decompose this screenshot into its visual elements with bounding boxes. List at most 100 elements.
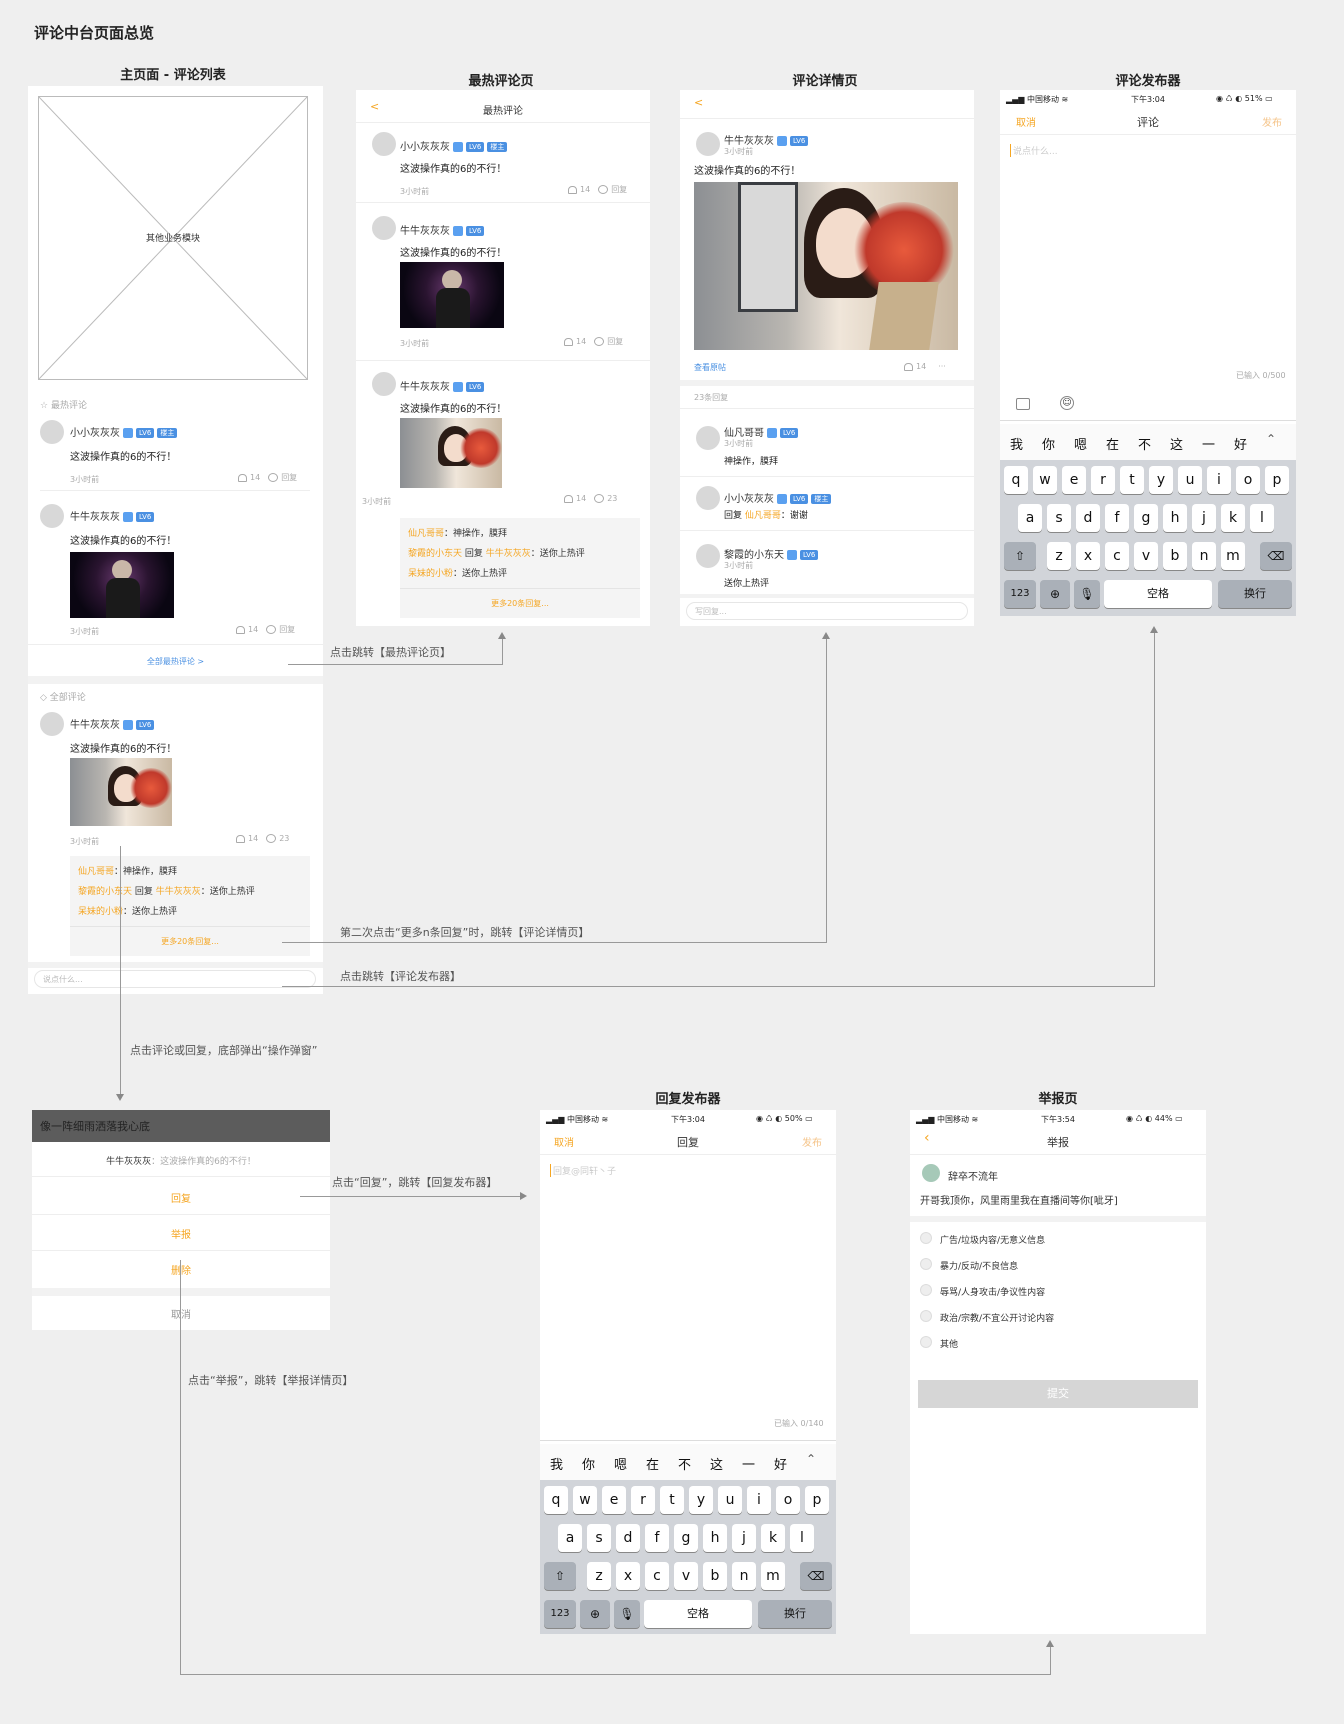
key-f[interactable]: f: [1105, 504, 1129, 532]
reply-line[interactable]: 呆妹的小粉：送你上热评: [78, 904, 177, 917]
key-e[interactable]: e: [1062, 466, 1086, 494]
reply-line[interactable]: 黎霞的小东天 回复 牛牛灰灰灰：送你上热评: [78, 884, 255, 897]
delete-option[interactable]: 删除: [32, 1262, 330, 1277]
backspace-icon[interactable]: ⌫: [1260, 542, 1292, 570]
reply-user[interactable]: 呆妹的小粉: [408, 569, 453, 579]
reply-input[interactable]: 写回复...: [686, 602, 968, 620]
shift-icon[interactable]: ⇧: [544, 1562, 576, 1590]
comment-image[interactable]: [400, 418, 502, 488]
key-y[interactable]: y: [1149, 466, 1173, 494]
comment-author[interactable]: 小小灰灰灰 LV6 楼主: [70, 424, 178, 439]
avatar[interactable]: [40, 504, 64, 528]
key-x[interactable]: x: [1076, 542, 1100, 570]
avatar[interactable]: [372, 132, 396, 156]
key-b[interactable]: b: [703, 1562, 727, 1590]
reply-author[interactable]: 小小灰灰灰 LV6 楼主: [724, 490, 832, 505]
key-w[interactable]: w: [1033, 466, 1057, 494]
key-q[interactable]: q: [544, 1486, 568, 1514]
key-b[interactable]: b: [1163, 542, 1187, 570]
reply-target[interactable]: 仙凡哥哥: [745, 511, 781, 521]
comment-author[interactable]: 牛牛灰灰灰 LV6: [400, 378, 485, 393]
reply-icon[interactable]: [266, 834, 277, 843]
report-option-label[interactable]: 其他: [940, 1337, 958, 1350]
key-c[interactable]: c: [645, 1562, 669, 1590]
more-replies-link[interactable]: 更多20条回复...: [400, 598, 640, 609]
comment-input[interactable]: 说点什么...: [34, 970, 316, 988]
key-h[interactable]: h: [1163, 504, 1187, 532]
key-m[interactable]: m: [761, 1562, 785, 1590]
like-icon[interactable]: [238, 473, 247, 482]
candidate-word[interactable]: 在: [1106, 434, 1119, 453]
key-d[interactable]: d: [1076, 504, 1100, 532]
globe-icon[interactable]: ⊕: [1040, 580, 1070, 608]
reply-icon[interactable]: [266, 625, 277, 634]
candidate-word[interactable]: 一: [742, 1454, 755, 1473]
avatar[interactable]: [696, 132, 720, 156]
reply-author[interactable]: 仙凡哥哥 LV6: [724, 424, 799, 439]
key-s[interactable]: s: [587, 1524, 611, 1552]
reply-option[interactable]: 回复: [32, 1190, 330, 1205]
candidate-word[interactable]: 这: [710, 1454, 723, 1473]
globe-icon[interactable]: ⊕: [580, 1600, 610, 1628]
comment-author[interactable]: 牛牛灰灰灰 LV6: [724, 132, 809, 147]
candidate-word[interactable]: 嗯: [614, 1454, 627, 1473]
comment-text[interactable]: 这波操作真的6的不行！: [400, 400, 506, 415]
reply-label[interactable]: 回复: [279, 625, 295, 634]
comment-text[interactable]: 这波操作真的6的不行！: [70, 740, 176, 755]
avatar[interactable]: [696, 426, 720, 450]
reply-line[interactable]: 黎霞的小东天 回复 牛牛灰灰灰：送你上热评: [408, 546, 585, 559]
report-option-label[interactable]: 辱骂/人身攻击/争议性内容: [940, 1285, 1045, 1298]
candidate-word[interactable]: 你: [1042, 434, 1055, 453]
candidate-word[interactable]: 不: [678, 1454, 691, 1473]
key-a[interactable]: a: [558, 1524, 582, 1552]
collapse-icon[interactable]: ⌃: [806, 1452, 816, 1466]
reply-user[interactable]: 黎霞的小东天: [78, 887, 132, 897]
key-y[interactable]: y: [689, 1486, 713, 1514]
space-key[interactable]: 空格: [1104, 580, 1212, 608]
image-icon[interactable]: [1016, 398, 1030, 410]
comment-author[interactable]: 牛牛灰灰灰 LV6: [400, 222, 485, 237]
mic-icon[interactable]: 🎙: [1074, 580, 1100, 608]
report-option[interactable]: 举报: [32, 1226, 330, 1241]
comment-author[interactable]: 牛牛灰灰灰 LV6: [70, 508, 155, 523]
comment-image[interactable]: [400, 262, 504, 328]
numbers-key[interactable]: 123: [544, 1600, 576, 1628]
avatar[interactable]: [40, 712, 64, 736]
numbers-key[interactable]: 123: [1004, 580, 1036, 608]
view-post-link[interactable]: 查看原帖: [694, 362, 726, 373]
avatar[interactable]: [696, 486, 720, 510]
report-radio[interactable]: [920, 1258, 932, 1270]
report-radio[interactable]: [920, 1232, 932, 1244]
reply-line[interactable]: 呆妹的小粉：送你上热评: [408, 566, 507, 579]
reply-text[interactable]: 神操作，膜拜: [724, 454, 778, 467]
candidate-word[interactable]: 好: [774, 1454, 787, 1473]
like-icon[interactable]: [236, 625, 245, 634]
key-r[interactable]: r: [1091, 466, 1115, 494]
key-h[interactable]: h: [703, 1524, 727, 1552]
like-icon[interactable]: [568, 185, 577, 194]
reply-textarea[interactable]: 回复@同轩丶子: [550, 1164, 616, 1177]
key-c[interactable]: c: [1105, 542, 1129, 570]
key-n[interactable]: n: [732, 1562, 756, 1590]
comment-image[interactable]: [70, 758, 172, 826]
reply-icon[interactable]: [268, 473, 279, 482]
like-icon[interactable]: [904, 362, 913, 371]
key-j[interactable]: j: [1192, 504, 1216, 532]
key-j[interactable]: j: [732, 1524, 756, 1552]
post-image[interactable]: [694, 182, 958, 350]
report-radio[interactable]: [920, 1310, 932, 1322]
back-icon[interactable]: <: [694, 96, 703, 109]
avatar[interactable]: [372, 216, 396, 240]
reply-label[interactable]: 回复: [611, 185, 627, 194]
reply-user[interactable]: 仙凡哥哥: [78, 867, 114, 877]
reply-label[interactable]: 回复: [607, 337, 623, 346]
key-f[interactable]: f: [645, 1524, 669, 1552]
candidate-word[interactable]: 这: [1170, 434, 1183, 453]
space-key[interactable]: 空格: [644, 1600, 752, 1628]
candidate-word[interactable]: 我: [550, 1454, 563, 1473]
candidate-word[interactable]: 在: [646, 1454, 659, 1473]
key-u[interactable]: u: [1178, 466, 1202, 494]
like-icon[interactable]: [564, 494, 573, 503]
candidate-word[interactable]: 我: [1010, 434, 1023, 453]
reply-icon[interactable]: [594, 337, 605, 346]
